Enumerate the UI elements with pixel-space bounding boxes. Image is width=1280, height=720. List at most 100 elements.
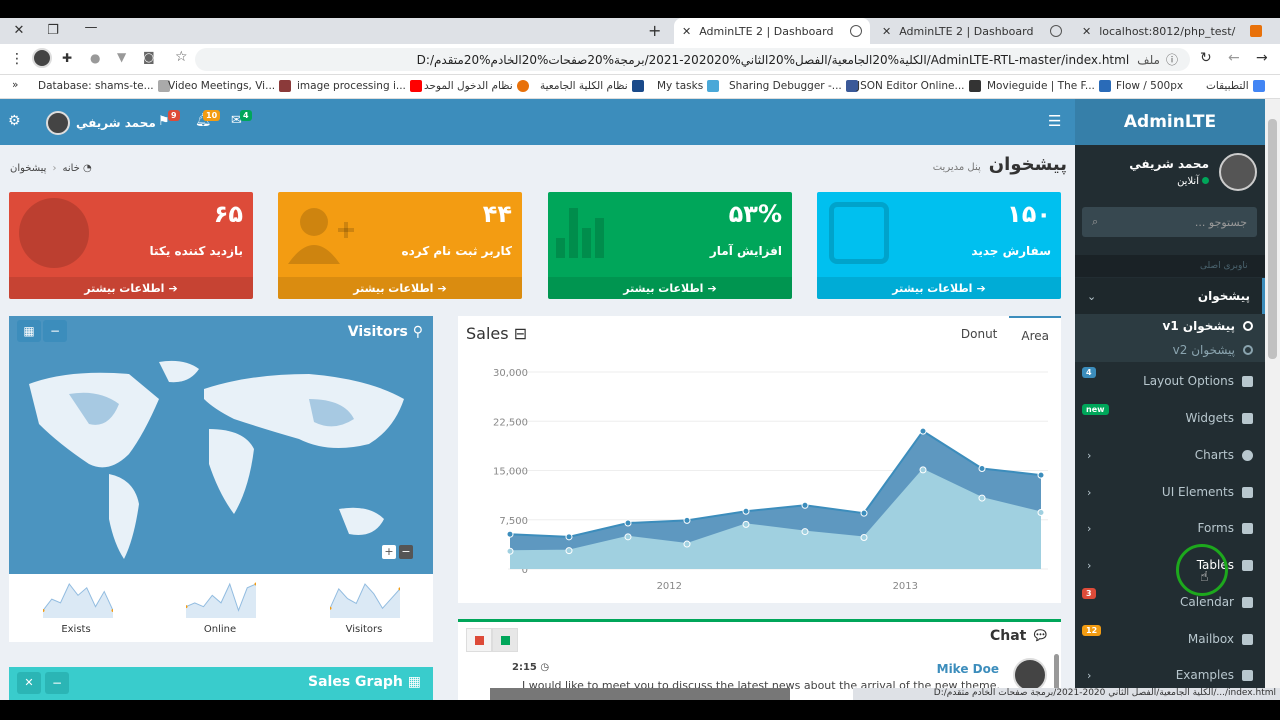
data-point	[506, 547, 514, 555]
collapse-button[interactable]: −	[45, 672, 69, 694]
bookmark[interactable]: Database: shams-te...	[38, 80, 170, 92]
bookmark[interactable]: Video Meetings, Vi...	[168, 80, 292, 92]
box-text: بازدید کننده یکتا	[149, 244, 243, 258]
mail-badge: 4	[240, 110, 252, 121]
bookmarks-overflow-icon[interactable]: »	[12, 79, 18, 91]
bookmark[interactable]: نظام الدخول الموحد	[424, 80, 529, 92]
small-box-stats: ۵۳% افزایش آمار اطلاعات بیشتر ➔	[548, 192, 792, 299]
tab-area[interactable]: Area	[1009, 316, 1061, 352]
forward-icon[interactable]: →	[1256, 50, 1268, 66]
new-tab-button[interactable]: +	[648, 21, 661, 40]
sidebar-subitem-dashboard-v1[interactable]: پیشخوان v1	[1075, 314, 1265, 338]
address-bar-row: ⋮ ✚ ● ▼ ◙ ☆ D:/الكلية%20الجامعية/الفصل%2…	[0, 44, 1280, 75]
back-icon[interactable]: ←	[1228, 50, 1240, 66]
sidebar-item-tables[interactable]: Tables ‹	[1075, 547, 1265, 583]
more-info-link[interactable]: اطلاعات بیشتر ➔	[548, 277, 792, 299]
close-button[interactable]: ✕	[17, 672, 41, 694]
camera-icon[interactable]: ◙	[143, 50, 155, 64]
bookmark[interactable]: My tasks	[657, 80, 720, 92]
reload-icon[interactable]: ↻	[1200, 50, 1212, 66]
sales-area-chart[interactable]: 30,00022,50015,0007,50002012 2013	[458, 352, 1061, 602]
zoom-in-button[interactable]: +	[382, 545, 396, 559]
sparkline-online	[186, 582, 256, 618]
filter-icon[interactable]: ▼	[117, 50, 126, 64]
calendar-button[interactable]: ▦	[17, 320, 41, 342]
sidebar-search-input[interactable]: جستوجو ... ⌕	[1082, 207, 1257, 237]
visitors-map-box: ▦ − Visitors ⚲ + −	[9, 316, 433, 574]
zoom-out-button[interactable]: −	[399, 545, 413, 559]
bookmark-star-icon[interactable]: ☆	[175, 49, 188, 65]
tab-close-icon[interactable]: ✕	[882, 25, 891, 38]
chevron-left-icon: ‹	[1087, 521, 1092, 535]
user-plus-icon	[288, 208, 354, 264]
tab-close-icon[interactable]: ✕	[1082, 25, 1091, 38]
pie-chart-icon	[19, 198, 89, 268]
browser-tab[interactable]: ✕ localhost:8012/php_test/	[1074, 18, 1270, 44]
collapse-button[interactable]: −	[43, 320, 67, 342]
minimize-window-icon[interactable]: —	[72, 20, 110, 35]
visitors-title: Visitors ⚲	[347, 324, 423, 340]
arrow-circle-icon: ➔	[168, 281, 178, 295]
sidebar-item-dashboard[interactable]: پیشخوان ⌄	[1075, 278, 1265, 314]
extension-icon[interactable]: ●	[90, 51, 100, 65]
arrow-circle-icon: ➔	[976, 281, 986, 295]
chevron-left-icon: ‹	[1087, 485, 1092, 499]
chat-sender[interactable]: Mike Doe	[937, 662, 999, 676]
sidebar-item-ui-elements[interactable]: UI Elements ‹	[1075, 474, 1265, 510]
search-icon[interactable]: ⌕	[1092, 215, 1098, 229]
chat-green-button[interactable]	[492, 628, 518, 652]
address-bar[interactable]: D:/الكلية%20الجامعية/الفصل%20الثاني%2020…	[195, 48, 1190, 71]
sidebar-item-mailbox[interactable]: Mailbox 12	[1075, 621, 1265, 657]
arrow-circle-icon: ➔	[707, 281, 717, 295]
extensions-icon[interactable]: ✚	[62, 51, 72, 65]
bookmark[interactable]: image processing i...	[297, 80, 422, 92]
more-info-link[interactable]: اطلاعات بیشتر ➔	[278, 277, 522, 299]
scrollbar-thumb[interactable]	[1268, 119, 1277, 359]
tab-donut[interactable]: Donut	[949, 316, 1010, 352]
dashboard-icon: ◔	[83, 163, 92, 174]
bookmark[interactable]: JSON Editor Online...	[857, 80, 981, 92]
more-info-link[interactable]: اطلاعات بیشتر ➔	[9, 277, 253, 299]
menu-icon[interactable]: ⋮	[10, 51, 24, 67]
edit-icon	[1242, 522, 1253, 534]
settings-gears-icon[interactable]: ⚙	[8, 113, 21, 129]
header-user-name: محمد شريفي	[76, 116, 156, 130]
logo[interactable]: AdminLTE	[1075, 99, 1265, 145]
box-number: ۴۴	[482, 200, 512, 228]
bookmark[interactable]: Sharing Debugger -...	[729, 80, 858, 92]
status-badge: آنلاین	[1129, 176, 1209, 187]
box-number: ۶۵	[213, 200, 243, 228]
browser-tab[interactable]: ✕ AdminLTE 2 | Dashboard	[874, 18, 1070, 44]
close-window-icon[interactable]: ✕	[0, 23, 38, 38]
avatar	[46, 111, 70, 135]
more-info-link[interactable]: اطلاعات بیشتر ➔	[817, 277, 1061, 299]
user-menu[interactable]: محمد شريفي	[46, 111, 156, 135]
sidebar-item-widgets[interactable]: Widgets new	[1075, 400, 1265, 436]
sidebar-item-calendar[interactable]: Calendar 3	[1075, 584, 1265, 620]
info-icon[interactable]: ⓘ	[1166, 51, 1178, 68]
sidebar-subitem-dashboard-v2[interactable]: پیشخوان v2	[1075, 338, 1265, 362]
world-map[interactable]	[9, 344, 433, 574]
globe-icon	[1050, 25, 1062, 37]
layout-badge: 4	[1082, 367, 1096, 378]
calendar-icon	[1242, 596, 1253, 608]
bookmark[interactable]: نظام الكلية الجامعية	[540, 80, 644, 92]
apps-bookmark[interactable]: التطبيقات	[1206, 80, 1265, 92]
breadcrumb-home[interactable]: خانه ◔	[62, 163, 91, 174]
data-point	[742, 507, 750, 515]
tab-close-icon[interactable]: ✕	[682, 25, 691, 38]
profile-avatar[interactable]	[32, 48, 52, 68]
table-icon	[1242, 559, 1253, 571]
browser-tab-active[interactable]: ✕ AdminLTE 2 | Dashboard	[674, 18, 870, 44]
sidebar-toggle-icon[interactable]: ☰	[1048, 112, 1061, 130]
sidebar-item-layout-options[interactable]: Layout Options 4	[1075, 363, 1265, 399]
bookmark[interactable]: Flow / 500px	[1116, 80, 1183, 92]
sidebar-item-charts[interactable]: Charts ‹	[1075, 437, 1265, 473]
restore-window-icon[interactable]: ❐	[34, 23, 72, 38]
shopping-bag-icon	[829, 202, 889, 264]
chat-red-button[interactable]	[466, 628, 492, 652]
sparkline-visitors	[330, 583, 400, 618]
sidebar-item-forms[interactable]: Forms ‹	[1075, 510, 1265, 546]
chevron-left-icon: ‹	[1087, 558, 1092, 572]
bookmark[interactable]: Movieguide | The F...	[987, 80, 1111, 92]
